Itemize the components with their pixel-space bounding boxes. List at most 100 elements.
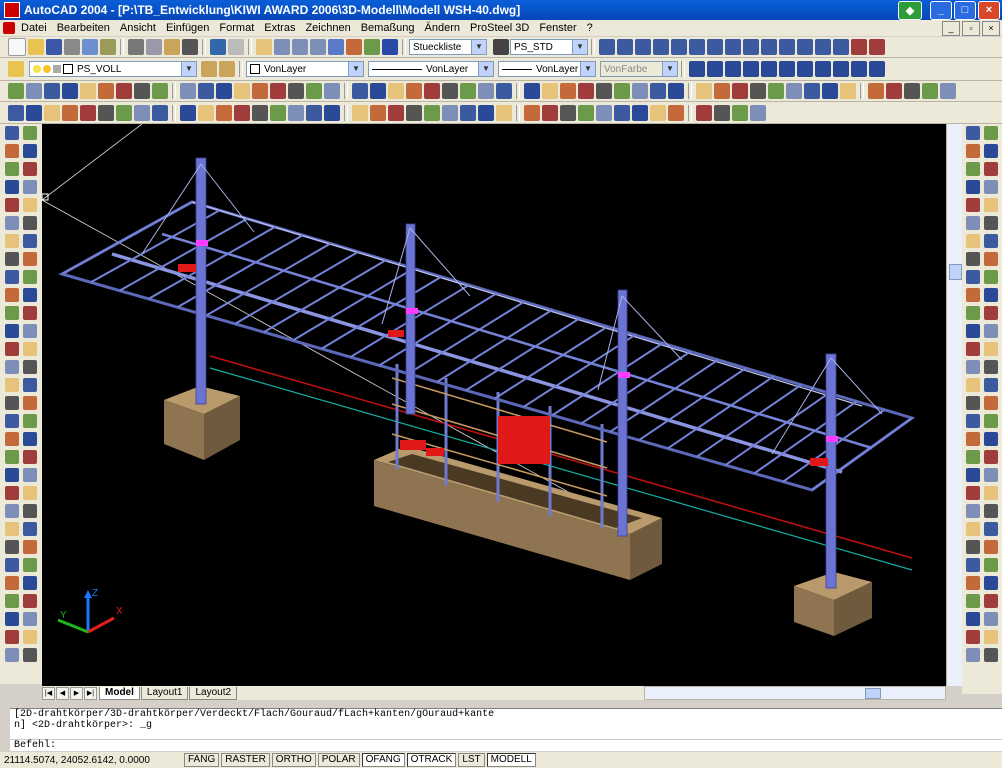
prosteel-tool-icon[interactable] — [216, 104, 232, 121]
draw-tool-icon[interactable] — [966, 198, 980, 212]
prosteel-tool-icon[interactable] — [750, 83, 766, 99]
pan-icon[interactable] — [256, 39, 272, 55]
prosteel-tool-icon[interactable] — [496, 83, 512, 99]
prosteel-tool-icon[interactable] — [650, 104, 666, 121]
prosteel-tool-icon[interactable] — [732, 83, 748, 99]
draw-tool-icon[interactable] — [5, 450, 19, 464]
draw-tool-icon[interactable] — [23, 450, 37, 464]
draw-tool-icon[interactable] — [984, 648, 998, 662]
draw-tool-icon[interactable] — [23, 180, 37, 194]
draw-tool-icon[interactable] — [23, 504, 37, 518]
prosteel-tool-icon[interactable] — [80, 104, 96, 121]
stueckliste-combo[interactable]: Stueckliste ▼ — [409, 39, 487, 55]
draw-tool-icon[interactable] — [23, 576, 37, 590]
prosteel-tool-icon[interactable] — [180, 83, 196, 99]
draw-tool-icon[interactable] — [23, 396, 37, 410]
steel-shape-icon[interactable] — [707, 61, 723, 77]
draw-tool-icon[interactable] — [23, 288, 37, 302]
menu-aendern[interactable]: Ändern — [420, 22, 465, 34]
tab-next-button[interactable]: ▶ — [70, 686, 83, 700]
prosteel-tool-icon[interactable] — [460, 104, 476, 121]
draw-tool-icon[interactable] — [984, 162, 998, 176]
prosteel-tool-icon[interactable] — [560, 104, 576, 121]
prosteel-tool-icon[interactable] — [786, 83, 802, 99]
prosteel-tool-icon[interactable] — [406, 104, 422, 121]
plotstyle-combo[interactable]: VonFarbe ▼ — [600, 61, 678, 77]
draw-tool-icon[interactable] — [23, 558, 37, 572]
prosteel-tool-icon[interactable] — [560, 83, 576, 99]
draw-tool-icon[interactable] — [23, 324, 37, 338]
menu-fenster[interactable]: Fenster — [534, 22, 581, 34]
design-center-icon[interactable] — [346, 39, 362, 55]
draw-tool-icon[interactable] — [5, 612, 19, 626]
draw-tool-icon[interactable] — [984, 144, 998, 158]
doc-minimize-button[interactable]: _ — [942, 20, 960, 36]
draw-tool-icon[interactable] — [5, 432, 19, 446]
match-properties-icon[interactable] — [182, 39, 198, 55]
prosteel-tool-icon[interactable] — [98, 83, 114, 99]
save-icon[interactable] — [46, 39, 62, 55]
prosteel-tool-icon[interactable] — [98, 104, 114, 121]
status-lst-button[interactable]: LST — [458, 753, 485, 767]
menu-einfuegen[interactable]: Einfügen — [161, 22, 214, 34]
extension-icon[interactable]: ◆ — [898, 0, 922, 20]
draw-tool-icon[interactable] — [5, 522, 19, 536]
draw-tool-icon[interactable] — [984, 414, 998, 428]
prosteel-tool-icon[interactable] — [388, 83, 404, 99]
redo-icon[interactable] — [228, 39, 244, 55]
draw-tool-icon[interactable] — [966, 252, 980, 266]
prosteel-tool-icon[interactable] — [234, 83, 250, 99]
draw-tool-icon[interactable] — [23, 378, 37, 392]
draw-tool-icon[interactable] — [23, 612, 37, 626]
osnap-settings-icon[interactable] — [869, 39, 885, 55]
draw-tool-icon[interactable] — [5, 288, 19, 302]
draw-tool-icon[interactable] — [23, 360, 37, 374]
draw-tool-icon[interactable] — [966, 450, 980, 464]
polyline-tool-icon[interactable] — [617, 39, 633, 55]
status-raster-button[interactable]: RASTER — [221, 753, 270, 767]
quadrant-snap-icon[interactable] — [761, 39, 777, 55]
draw-tool-icon[interactable] — [984, 504, 998, 518]
draw-tool-icon[interactable] — [984, 378, 998, 392]
lineweight-combo[interactable]: VonLayer ▼ — [498, 61, 596, 77]
draw-tool-icon[interactable] — [23, 234, 37, 248]
layer-manager-icon[interactable] — [8, 61, 24, 77]
prosteel-tool-icon[interactable] — [134, 104, 150, 121]
autocad-app-icon[interactable] — [4, 2, 20, 18]
prosteel-tool-icon[interactable] — [732, 104, 748, 121]
menu-zeichnen[interactable]: Zeichnen — [300, 22, 355, 34]
draw-tool-icon[interactable] — [5, 324, 19, 338]
chevron-down-icon[interactable]: ▼ — [181, 62, 196, 76]
draw-tool-icon[interactable] — [23, 630, 37, 644]
prosteel-tool-icon[interactable] — [804, 83, 820, 99]
draw-tool-icon[interactable] — [966, 360, 980, 374]
prosteel-tool-icon[interactable] — [306, 83, 322, 99]
prosteel-tool-icon[interactable] — [216, 83, 232, 99]
draw-tool-icon[interactable] — [5, 486, 19, 500]
draw-tool-icon[interactable] — [23, 306, 37, 320]
draw-tool-icon[interactable] — [5, 414, 19, 428]
prosteel-tool-icon[interactable] — [478, 104, 494, 121]
draw-tool-icon[interactable] — [966, 324, 980, 338]
draw-tool-icon[interactable] — [5, 630, 19, 644]
cut-icon[interactable] — [128, 39, 144, 55]
prosteel-tool-icon[interactable] — [26, 104, 42, 121]
draw-tool-icon[interactable] — [984, 288, 998, 302]
prosteel-tool-icon[interactable] — [496, 104, 512, 121]
help-icon[interactable] — [382, 39, 398, 55]
draw-tool-icon[interactable] — [5, 270, 19, 284]
menu-bemassung[interactable]: Bemaßung — [356, 22, 420, 34]
draw-tool-icon[interactable] — [966, 216, 980, 230]
line-tool-icon[interactable] — [599, 39, 615, 55]
draw-tool-icon[interactable] — [984, 468, 998, 482]
draw-tool-icon[interactable] — [23, 126, 37, 140]
zoom-previous-icon[interactable] — [310, 39, 326, 55]
prosteel-tool-icon[interactable] — [614, 104, 630, 121]
prosteel-tool-icon[interactable] — [614, 83, 630, 99]
scroll-thumb[interactable] — [949, 264, 962, 280]
draw-tool-icon[interactable] — [23, 270, 37, 284]
prosteel-tool-icon[interactable] — [116, 83, 132, 99]
menu-help[interactable]: ? — [582, 22, 598, 34]
prosteel-tool-icon[interactable] — [370, 83, 386, 99]
tab-model[interactable]: Model — [99, 686, 140, 700]
